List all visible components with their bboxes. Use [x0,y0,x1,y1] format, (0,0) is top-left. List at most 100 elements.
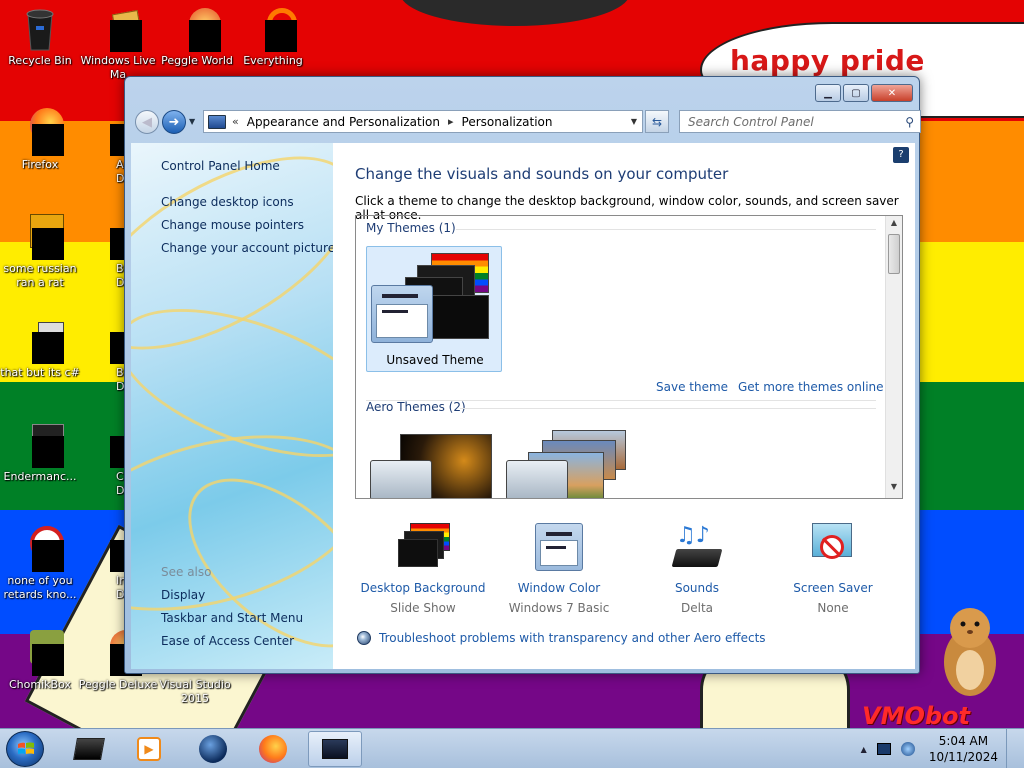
desktop-icon-none-of-you[interactable]: none of you retards kno... [0,524,80,602]
help-icon[interactable]: ? [893,147,909,163]
desktop-icon-label: Endermanc... [3,470,77,483]
theme-aero-landscapes[interactable] [506,430,630,498]
desktop-icon-recycle-bin[interactable]: Recycle Bin [0,4,80,68]
hamster-image [944,608,996,696]
address-dropdown-icon[interactable]: ▼ [626,117,642,126]
desktop-background-button[interactable]: Desktop Background Slide Show [353,523,493,615]
theme-aero-windows[interactable] [370,430,494,498]
network-icon[interactable] [900,742,915,756]
desktop-icon-everything[interactable]: Everything [233,4,313,68]
address-bar[interactable]: « Appearance and Personalization ▸ Perso… [203,110,643,133]
theme-window-preview [370,460,432,498]
control-panel-home-link[interactable]: Control Panel Home [161,159,280,173]
start-button[interactable] [6,731,44,767]
desktop-icon-label: Peggle Deluxe [78,678,158,691]
scroll-down-icon[interactable]: ▼ [886,482,902,491]
screen-saver-icon [806,523,860,575]
my-themes-header[interactable]: My Themes (1) [366,221,456,235]
recent-pages-dropdown[interactable]: ▼ [189,117,195,126]
desktop-background-value: Slide Show [390,601,456,615]
back-arrow-icon: ◀ [142,114,152,130]
taskbar-app-media-player[interactable]: ▶ [122,731,176,767]
show-hidden-icons-icon[interactable]: ▲ [861,745,867,754]
app-icon [16,316,64,364]
breadcrumb-appearance[interactable]: Appearance and Personalization [247,115,440,129]
change-desktop-icons-link[interactable]: Change desktop icons [161,195,294,209]
desktop-background-icon [396,523,450,575]
desktop-icon-label: Recycle Bin [8,54,72,67]
action-center-icon[interactable] [876,743,891,755]
desktop-icon-russian-rat[interactable]: some russian ran a rat [0,212,80,290]
troubleshoot-icon [357,631,371,645]
clock-date: 10/11/2024 [928,750,998,764]
app-icon [16,420,64,468]
search-input[interactable]: Search Control Panel ⚲ [679,110,921,133]
media-center-icon [199,735,227,763]
control-panel-icon [322,739,348,759]
change-mouse-pointers-link[interactable]: Change mouse pointers [161,218,304,232]
clock-time: 5:04 AM [938,734,989,748]
firefox-icon [259,735,287,763]
taskbar-app-box[interactable] [62,731,116,767]
breadcrumb-separator-icon[interactable]: ▸ [448,115,454,128]
display-link[interactable]: Display [161,588,205,602]
sounds-button[interactable]: ♫♪ Sounds Delta [627,523,767,615]
desktop-icon-windows-live[interactable]: Windows Live Ma [78,4,158,82]
taskbar-app-media-center[interactable] [186,731,240,767]
chomikbox-icon [16,628,64,676]
screen-saver-label: Screen Saver [793,581,873,595]
sounds-value: Delta [680,601,713,615]
desktop-icon-label: some russian ran a rat [3,262,77,289]
get-more-themes-link[interactable]: Get more themes online [738,380,884,394]
scroll-up-icon[interactable]: ▲ [886,218,902,227]
screen-saver-button[interactable]: Screen Saver None [763,523,903,615]
desktop-icon-label: Everything [243,54,303,67]
show-desktop-button[interactable] [1006,729,1018,768]
desktop-icon-that-but-csharp[interactable]: that but its c# [0,316,80,380]
recycle-bin-icon [16,4,64,52]
peggle-icon [173,4,221,52]
navigation-bar: ◀ ➜ ▼ « Appearance and Personalization ▸… [133,109,921,135]
window-color-button[interactable]: Window Color Windows 7 Basic [489,523,629,615]
clock[interactable]: 5:04 AM 10/11/2024 [929,733,998,765]
theme-window-preview [506,460,568,498]
desktop-icon-endermanch[interactable]: Endermanc... [0,420,80,484]
personalization-window: ▁ ▢ ✕ ◀ ➜ ▼ « Appearance and Personaliza… [124,76,921,674]
firefox-icon [16,108,64,156]
scroll-thumb[interactable] [888,234,900,274]
app-icon [16,212,64,260]
desktop-icon-label: none of you retards kno... [3,574,77,601]
desktop-icon-peggle-world[interactable]: Peggle World [157,4,237,68]
forward-button[interactable]: ➜ [162,110,186,134]
taskbar-start-menu-link[interactable]: Taskbar and Start Menu [161,611,303,625]
aero-themes-header[interactable]: Aero Themes (2) [366,400,466,414]
group-divider [456,229,876,230]
close-button[interactable]: ✕ [871,84,913,102]
maximize-button[interactable]: ▢ [843,84,869,102]
address-overflow-chevron[interactable]: « [232,115,239,128]
theme-list-scrollbar[interactable]: ▲ ▼ [885,216,902,498]
everything-icon [249,4,297,52]
taskbar-app-control-panel[interactable] [308,731,362,767]
search-icon[interactable]: ⚲ [905,115,914,129]
troubleshoot-link[interactable]: Troubleshoot problems with transparency … [357,631,766,645]
breadcrumb-personalization[interactable]: Personalization [462,115,553,129]
theme-unsaved[interactable]: Unsaved Theme [366,246,502,372]
window-color-label: Window Color [517,581,601,595]
desktop-icon-label: Visual Studio 2015 [159,678,231,705]
window-color-icon [532,523,586,575]
desktop-icon-label: that but its c# [0,366,80,379]
change-account-picture-link[interactable]: Change your account picture [161,241,333,255]
taskbar-app-firefox[interactable] [246,731,300,767]
desktop-icon-label: Peggle World [161,54,233,67]
desktop-icon-firefox[interactable]: Firefox [0,108,80,172]
minimize-button[interactable]: ▁ [815,84,841,102]
window-color-value: Windows 7 Basic [508,601,610,615]
windows-live-icon [94,4,143,52]
back-button[interactable]: ◀ [135,110,159,134]
desktop-icon-chomikbox[interactable]: ChomikBox [0,628,80,692]
main-content: ? Change the visuals and sounds on your … [333,143,915,669]
refresh-button[interactable]: ⇆ [645,110,669,133]
ease-of-access-link[interactable]: Ease of Access Center [161,634,294,648]
save-theme-link[interactable]: Save theme [656,380,728,394]
